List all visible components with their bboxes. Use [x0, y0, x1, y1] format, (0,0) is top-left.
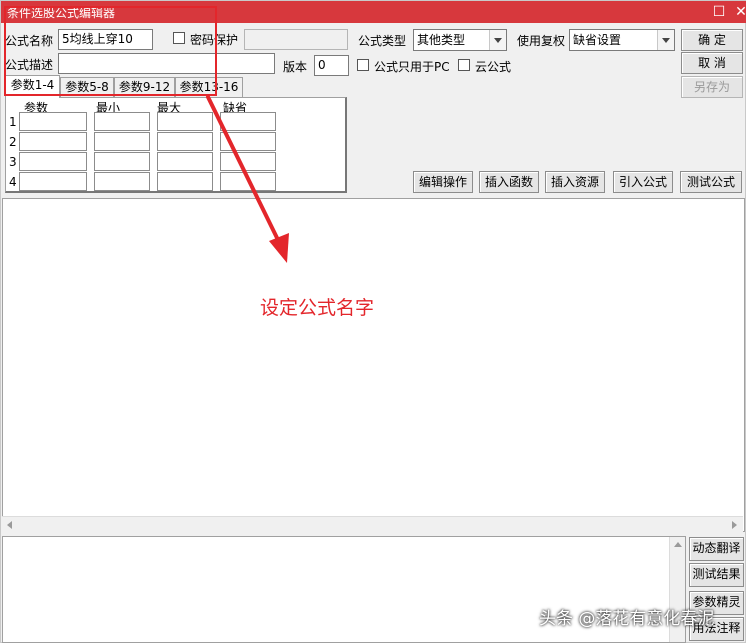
formula-editor-window: 条件选股公式编辑器 ☐ ✕ 公式名称 5均线上穿10 密码保护 公式类型 其他类… — [0, 0, 746, 643]
annotation-arrow — [206, 95, 289, 263]
watermark: 头条 @落花有意化春泥 — [539, 609, 715, 629]
annotation-text: 设定公式名字 — [260, 297, 375, 319]
